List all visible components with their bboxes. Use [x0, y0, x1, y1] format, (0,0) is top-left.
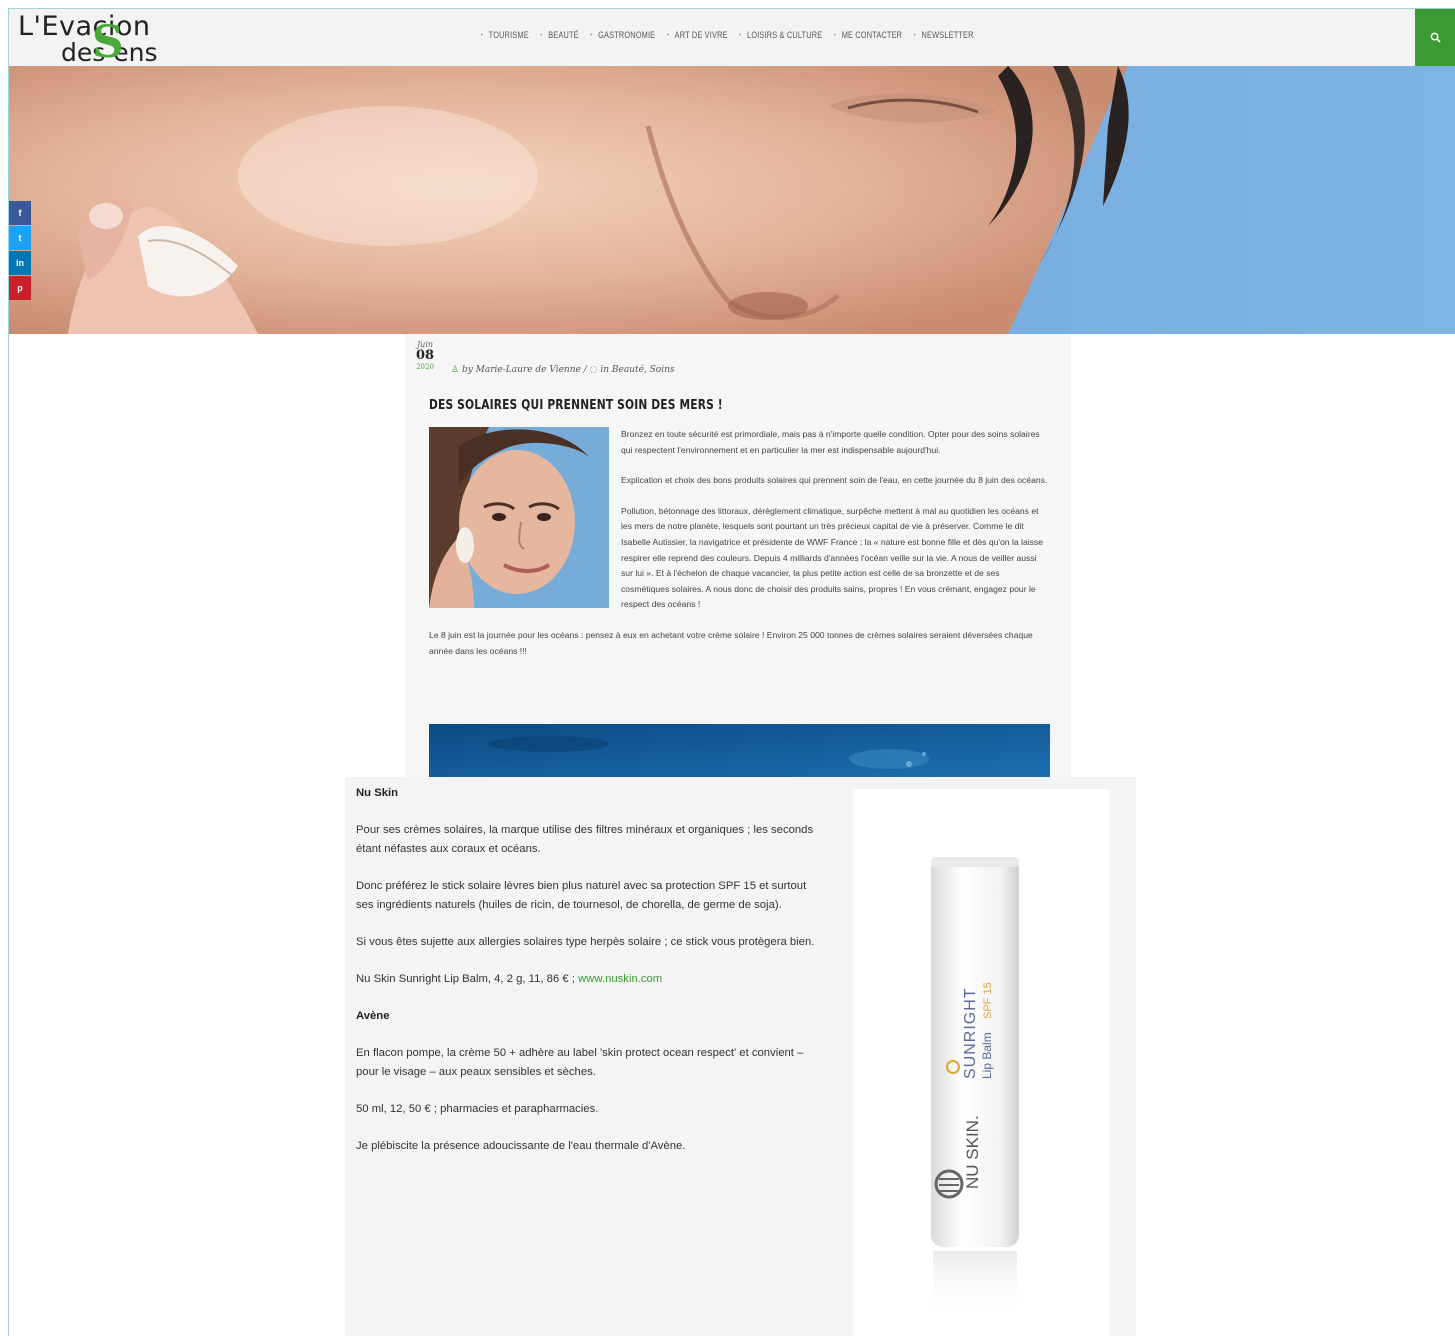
product-spf: SPF 15 [982, 982, 994, 1019]
product-paragraph: En flacon pompe, la crème 50 + adhère au… [356, 1047, 804, 1078]
post-categories[interactable]: in Beauté, Soins [600, 365, 674, 375]
pinterest-icon: p [17, 283, 23, 293]
user-icon: ♙ [451, 365, 460, 375]
ocean-banner-image [429, 724, 1050, 777]
post-author[interactable]: by Marie-Laure de Vienne / [462, 365, 587, 375]
hero-image [8, 66, 1455, 334]
product-price-line: Nu Skin Sunright Lip Balm, 4, 2 g, 11, 8… [356, 973, 663, 985]
twitter-share-button[interactable]: t [9, 226, 31, 250]
linkedin-share-button[interactable]: in [9, 251, 31, 275]
nav-item-gastronomie[interactable]: • GASTRONOMIE [584, 30, 661, 40]
linkedin-icon: in [16, 258, 24, 268]
product-paragraph: Si vous êtes sujette aux allergies solai… [356, 936, 815, 948]
nav-item-beaute[interactable]: • BEAUTÉ [535, 30, 585, 40]
nav-item-contact[interactable]: • ME CONTACTER [828, 30, 908, 40]
post-title: DES SOLAIRES QUI PRENNENT SOIN DES MERS … [429, 398, 723, 413]
post-date-day: 08 [415, 348, 435, 363]
product-paragraph: Pour ses crèmes solaires, la marque util… [356, 824, 814, 855]
svg-text:Lip Balm: Lip Balm [980, 1032, 994, 1079]
nuskin-heading: Nu Skin [356, 787, 399, 799]
facebook-share-button[interactable]: f [9, 201, 31, 225]
post-date-year: 2020 [416, 363, 434, 371]
product-image: NU SKIN. SUNRIGHT Lip Balm SPF 15 [853, 789, 1109, 1336]
product-sub: Lip Balm [980, 1032, 994, 1079]
facebook-icon: f [18, 208, 22, 218]
logo-green-s: S [92, 17, 124, 68]
tag-icon: ◌ [589, 365, 598, 375]
main-nav: • TOURISME • BEAUTÉ • GASTRONOMIE • ART DE V… [475, 30, 979, 40]
twitter-icon: t [18, 233, 22, 243]
avene-heading: Avène [356, 1010, 390, 1022]
site-header: L'Evacion des ens S • TOURISME • BEAUTÉ • G… [8, 9, 1455, 67]
product-paragraph: Je plébiscite la présence adoucissante d… [356, 1140, 686, 1152]
nav-item-tourisme[interactable]: • TOURISME [475, 30, 535, 40]
product-text: Nu Skin Pour ses crèmes solaires, la mar… [356, 784, 826, 1174]
social-share-bar: f t in p [9, 201, 31, 301]
nav-item-newsletter[interactable]: • NEWSLETTER [908, 30, 979, 40]
search-icon [1430, 32, 1441, 43]
pinterest-share-button[interactable]: p [9, 276, 31, 300]
article-thumbnail [429, 427, 609, 608]
product-paragraph: 50 ml, 12, 50 € ; pharmacies et paraphar… [356, 1103, 599, 1115]
product-paragraph: Donc préférez le stick solaire lèvres bi… [356, 880, 807, 911]
post-meta: ♙ by Marie-Laure de Vienne / ◌ in Beauté… [451, 365, 675, 375]
product-name: SUNRIGHT [962, 987, 979, 1079]
nav-item-art-de-vivre[interactable]: • ART DE VIVRE [661, 30, 733, 40]
site-logo[interactable]: L'Evacion des ens S [14, 9, 194, 68]
nav-item-loisirs-culture[interactable]: • LOISIRS & CULTURE [733, 30, 828, 40]
nuskin-link[interactable]: www.nuskin.com [578, 973, 662, 985]
product-brand: NU SKIN. [963, 1115, 982, 1189]
post-date: Juin 08 2020 [411, 340, 439, 371]
post-paragraph: Le 8 juin est la journée pour les océans… [429, 629, 1033, 656]
search-button[interactable] [1415, 9, 1455, 66]
